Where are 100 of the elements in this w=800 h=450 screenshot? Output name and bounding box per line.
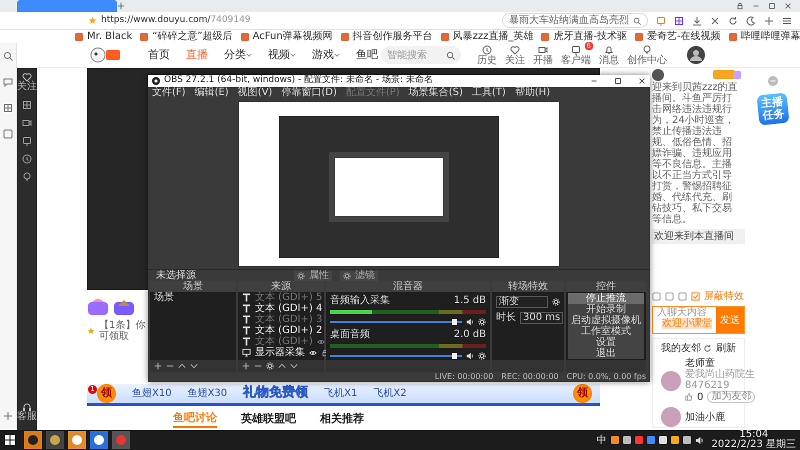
speaker-icon[interactable] bbox=[466, 352, 474, 360]
source-item[interactable]: 显示器采集 bbox=[255, 347, 305, 358]
header-icon-label[interactable]: 关注 bbox=[505, 54, 525, 66]
control-button[interactable]: 开始录制 bbox=[568, 304, 644, 315]
maximize-icon[interactable] bbox=[614, 77, 622, 85]
control-button[interactable]: 停止推流 bbox=[568, 293, 644, 304]
bookmark-link[interactable]: “碎碎之意”超级后 bbox=[152, 31, 233, 42]
menu-item[interactable]: 工具(T) bbox=[472, 88, 506, 98]
refresh-icon[interactable] bbox=[703, 344, 712, 353]
headset-icon[interactable] bbox=[22, 402, 32, 412]
properties-button[interactable]: 属性 bbox=[294, 270, 332, 280]
checkbox-icon[interactable] bbox=[691, 292, 700, 301]
bookmark-link[interactable]: Mr. Black bbox=[87, 31, 132, 42]
menu-item[interactable]: 编辑(E) bbox=[194, 88, 229, 98]
header-icon-label[interactable]: 创作中心 bbox=[627, 54, 667, 66]
down-icon[interactable] bbox=[190, 362, 198, 370]
speaker-icon[interactable] bbox=[694, 436, 704, 444]
header-icon-label[interactable]: 历史 bbox=[477, 54, 497, 66]
source-item[interactable]: 文本 (GDI+) 4 bbox=[255, 303, 322, 314]
maximize-icon[interactable] bbox=[768, 2, 776, 10]
gift-icon[interactable] bbox=[87, 298, 109, 316]
bookmark-link[interactable]: 风暴zzz直播_英雄 bbox=[452, 31, 534, 42]
bookmark-link[interactable]: 爱奇艺-在线视频 bbox=[647, 31, 721, 42]
up-icon[interactable] bbox=[178, 362, 186, 370]
transition-dropdown[interactable]: 渐变 bbox=[496, 296, 548, 308]
side-nav-label[interactable]: 客服 bbox=[17, 412, 37, 422]
source-item[interactable]: 文本 (GDI+) bbox=[255, 336, 313, 347]
chat-icon[interactable] bbox=[3, 77, 13, 87]
filters-button[interactable]: 滤镜 bbox=[340, 270, 378, 280]
page-tab[interactable]: 相关推荐 bbox=[320, 411, 364, 427]
slider-thumb[interactable] bbox=[452, 319, 457, 325]
gear-icon[interactable] bbox=[478, 318, 486, 326]
nav-link[interactable]: 鱼吧 bbox=[356, 48, 378, 62]
bookmark-link[interactable]: 抖音创作服务平台 bbox=[352, 31, 433, 42]
taskbar-app-icon[interactable] bbox=[46, 431, 64, 449]
gift-icon[interactable] bbox=[113, 298, 135, 316]
speaker-icon[interactable] bbox=[466, 318, 474, 326]
history-icon[interactable] bbox=[482, 44, 492, 54]
friend-name[interactable]: 老师童 bbox=[685, 358, 756, 369]
bulb-icon[interactable] bbox=[642, 44, 652, 54]
taskbar-app-icon[interactable] bbox=[24, 431, 42, 449]
client-icon[interactable] bbox=[22, 136, 32, 146]
nav-link[interactable]: 视频 bbox=[268, 48, 290, 62]
gear-icon[interactable] bbox=[478, 352, 486, 360]
header-icon-label[interactable]: 客户端 bbox=[561, 54, 591, 66]
nav-link[interactable]: 首页 bbox=[148, 48, 170, 62]
taskbar-app-icon[interactable] bbox=[90, 431, 108, 449]
page-tab[interactable]: 英雄联盟吧 bbox=[241, 411, 296, 427]
slider-thumb[interactable] bbox=[452, 353, 457, 359]
bookmark-link[interactable]: 哔哩哔哩弹幕 bbox=[740, 31, 800, 42]
close-icon[interactable] bbox=[638, 77, 646, 85]
douyu-logo-icon[interactable] bbox=[90, 47, 122, 63]
add-friend-button[interactable]: 加为友邻 bbox=[707, 391, 756, 403]
gear-icon[interactable] bbox=[266, 362, 274, 370]
duration-field[interactable]: 300 ms bbox=[520, 312, 564, 324]
header-icon-label[interactable]: 开播 bbox=[533, 54, 553, 66]
streamer-avatar[interactable] bbox=[652, 69, 664, 81]
history-icon[interactable] bbox=[22, 154, 32, 164]
bulb-icon[interactable] bbox=[22, 172, 32, 182]
source-item[interactable]: 文本 (GDI+) 2 bbox=[255, 325, 322, 336]
source-item[interactable]: 文本 (GDI+) 3 bbox=[255, 314, 322, 325]
taskbar-app-icon[interactable] bbox=[68, 431, 86, 449]
bookmark-link[interactable]: AcFun弹幕视频网 bbox=[252, 31, 333, 42]
header-icon-label[interactable]: 消息 bbox=[599, 54, 619, 66]
user-avatar[interactable] bbox=[687, 46, 705, 64]
pin-icon[interactable] bbox=[736, 2, 744, 10]
close-icon[interactable] bbox=[784, 2, 792, 10]
clock-time[interactable]: 15:04 bbox=[712, 430, 796, 440]
download-icon[interactable] bbox=[692, 16, 702, 26]
clock-date[interactable]: 2022/2/23 星期三 bbox=[712, 440, 796, 450]
gear-icon[interactable] bbox=[552, 298, 560, 306]
address-search-field[interactable]: 暴雨大车站纳满血高岛亮烈 bbox=[502, 13, 648, 28]
app-icon[interactable] bbox=[674, 16, 684, 26]
ime-indicator[interactable]: 中 bbox=[596, 434, 607, 446]
eye-icon[interactable] bbox=[309, 348, 317, 356]
source-item[interactable]: 文本 (GDI+) 5 bbox=[255, 292, 322, 303]
camera-icon[interactable] bbox=[22, 118, 32, 128]
nav-link[interactable]: 分类 bbox=[224, 48, 246, 62]
add-icon[interactable] bbox=[3, 411, 13, 422]
camera-icon[interactable] bbox=[538, 44, 548, 54]
claim-button[interactable]: 领 bbox=[97, 384, 116, 403]
refresh-link[interactable]: 刷新 bbox=[716, 343, 736, 354]
client-icon[interactable] bbox=[571, 44, 581, 54]
up-icon[interactable] bbox=[278, 362, 286, 370]
star-icon[interactable] bbox=[88, 16, 97, 25]
bookmark-link[interactable]: 虎牙直播-技术驱 bbox=[553, 31, 628, 42]
menu-item[interactable]: 停靠窗口(D) bbox=[281, 88, 337, 98]
control-button[interactable]: 退出 bbox=[568, 348, 644, 359]
moon-icon[interactable] bbox=[746, 16, 756, 26]
down-icon[interactable] bbox=[290, 362, 298, 370]
grid-icon[interactable] bbox=[22, 100, 32, 110]
scene-item[interactable]: 场景 bbox=[150, 292, 236, 303]
new-tab-icon[interactable] bbox=[117, 2, 125, 10]
side-nav-label[interactable]: 关注 bbox=[17, 82, 37, 92]
control-button[interactable]: 设置 bbox=[568, 337, 644, 348]
friend-name[interactable]: 加油小鹿 bbox=[685, 412, 725, 422]
menu-item[interactable]: 文件(F) bbox=[152, 88, 186, 98]
control-button[interactable]: 启动虚拟摄像机 bbox=[568, 315, 644, 326]
menu-item[interactable]: 场景集合(S) bbox=[408, 88, 463, 98]
add-icon[interactable] bbox=[764, 16, 774, 26]
